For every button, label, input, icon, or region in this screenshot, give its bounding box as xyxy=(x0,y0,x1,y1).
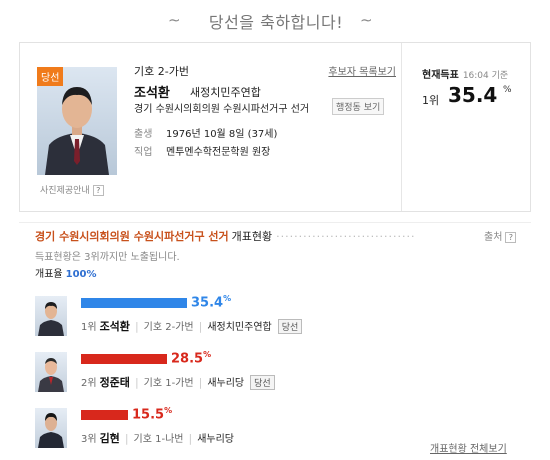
count-rate-label: 개표율 xyxy=(35,269,63,280)
person-icon xyxy=(38,302,64,336)
job-value: 멘투멘수학전문학원 원장 xyxy=(166,147,271,158)
card-divider xyxy=(401,43,402,211)
congrats-title: 당선을 축하합니다! xyxy=(208,13,344,32)
vote-percent-value: 28.5 xyxy=(171,351,204,367)
candidate-party: 새누리당 xyxy=(197,434,235,445)
candidate-thumbnail xyxy=(35,296,67,336)
candidate-party: 새정치민주연합 xyxy=(190,86,261,99)
candidate-rank: 1위 xyxy=(81,322,97,333)
current-votes-time: 16:04 기준 xyxy=(462,71,509,81)
candidate-name: 조석환 xyxy=(99,320,130,333)
candidate-name: 김현 xyxy=(99,432,120,445)
congrats-banner: ∼ 당선을 축하합니다! ∼ xyxy=(0,0,550,40)
candidate-symbol: 기호 2-가번 xyxy=(134,65,189,78)
vote-percent: 15.5% xyxy=(132,406,172,422)
photo-caption[interactable]: 사진제공안내? xyxy=(40,183,104,196)
candidate-info: 기호 2-가번 후보자 목록보기 조석환 새정치민주연합 경기 수원시의회의원 … xyxy=(134,63,396,158)
candidate-row: 15.5% 3위 김현 | 기호 1-나번 | 새누리당 xyxy=(35,406,495,454)
vote-percent-sign: % xyxy=(164,406,173,415)
candidate-symbol: 기호 1-가번 xyxy=(143,378,194,389)
candidate-symbol: 기호 2-가번 xyxy=(143,322,194,333)
source-link[interactable]: 출처? xyxy=(484,228,517,243)
birth-value: 1976년 10월 8일 (37세) xyxy=(166,129,278,140)
current-percent: 35.4 xyxy=(448,83,498,107)
person-icon xyxy=(38,358,64,392)
birth-label: 출생 xyxy=(134,129,153,140)
job-label: 직업 xyxy=(134,147,153,158)
candidate-thumbnail xyxy=(35,408,67,448)
vote-bar xyxy=(81,354,167,364)
section-separator xyxy=(19,222,531,223)
candidate-rank: 2위 xyxy=(81,378,97,389)
candidate-line: 3위 김현 | 기호 1-나번 | 새누리당 xyxy=(81,430,234,446)
full-results-link[interactable]: 개표현황 전체보기 xyxy=(430,440,507,455)
candidate-name: 조석환 xyxy=(134,86,170,101)
results-election-name: 경기 수원시의회의원 수원시파선거구 선거 xyxy=(35,230,229,243)
source-label[interactable]: 출처 xyxy=(484,232,502,243)
help-icon[interactable]: ? xyxy=(92,185,104,196)
vote-percent: 35.4% xyxy=(191,294,231,310)
candidate-rank: 3위 xyxy=(81,434,97,445)
candidate-thumbnail xyxy=(35,352,67,392)
separator: | xyxy=(134,320,139,333)
photo-caption-text[interactable]: 사진제공안내 xyxy=(40,186,90,196)
help-icon[interactable]: ? xyxy=(505,231,517,243)
birth-row: 출생 1976년 10월 8일 (37세) xyxy=(134,125,277,140)
current-rank: 1위 xyxy=(422,94,440,107)
vote-percent: 28.5% xyxy=(171,350,211,366)
current-percent-sign: % xyxy=(503,85,512,95)
results-heading: 경기 수원시의회의원 수원시파선거구 선거 개표현황 ···············… xyxy=(35,228,416,244)
separator: | xyxy=(188,432,193,445)
separator: | xyxy=(124,432,129,445)
candidate-photo: 당선 xyxy=(37,67,117,175)
candidate-list-link[interactable]: 후보자 목록보기 xyxy=(328,63,396,78)
candidate-district: 경기 수원시의회의원 수원시파선거구 선거 xyxy=(134,104,310,115)
vote-percent-value: 15.5 xyxy=(132,407,165,423)
current-votes: 현재득표 16:04 기준 1위 35.4 % xyxy=(422,63,532,107)
elected-tag: 당선 xyxy=(250,375,275,390)
job-row: 직업 멘투멘수학전문학원 원장 xyxy=(134,143,270,158)
vote-percent-sign: % xyxy=(223,294,232,303)
results-note: 득표현황은 3위까지만 노출됩니다. xyxy=(35,252,180,263)
winner-card: 당선 사진제공안내? 기호 2-가번 후보자 목록보기 조석환 새정치민주연합 … xyxy=(19,42,531,212)
candidate-line: 1위 조석환 | 기호 2-가번 | 새정치민주연합 당선 xyxy=(81,318,303,334)
wave-decoration-left: ∼ xyxy=(168,11,181,29)
dotted-rule: ······························· xyxy=(276,230,416,243)
count-rate: 개표율 100% xyxy=(35,265,97,280)
separator: | xyxy=(134,376,139,389)
candidate-line: 2위 정준태 | 기호 1-가번 | 새누리당 당선 xyxy=(81,374,275,390)
wave-decoration-right: ∼ xyxy=(360,11,373,29)
candidate-row: 28.5% 2위 정준태 | 기호 1-가번 | 새누리당 당선 xyxy=(35,350,495,398)
results-tail: 개표현황 xyxy=(231,230,273,243)
view-dong-button[interactable]: 행정동 보기 xyxy=(332,98,385,115)
candidate-party: 새정치민주연합 xyxy=(207,322,272,333)
separator: | xyxy=(198,320,203,333)
vote-percent-sign: % xyxy=(203,350,212,359)
vote-bar xyxy=(81,298,187,308)
vote-percent-value: 35.4 xyxy=(191,295,224,311)
candidate-symbol: 기호 1-나번 xyxy=(133,434,184,445)
count-rate-value: 100% xyxy=(65,269,97,280)
candidate-party: 새누리당 xyxy=(207,378,245,389)
current-votes-label: 현재득표 xyxy=(422,70,459,81)
person-icon xyxy=(38,413,64,448)
candidate-row: 35.4% 1위 조석환 | 기호 2-가번 | 새정치민주연합 당선 xyxy=(35,294,495,342)
elected-badge: 당선 xyxy=(37,67,64,86)
candidate-name: 정준태 xyxy=(99,376,130,389)
elected-tag: 당선 xyxy=(277,319,303,334)
separator: | xyxy=(198,376,203,389)
vote-bar xyxy=(81,410,128,420)
